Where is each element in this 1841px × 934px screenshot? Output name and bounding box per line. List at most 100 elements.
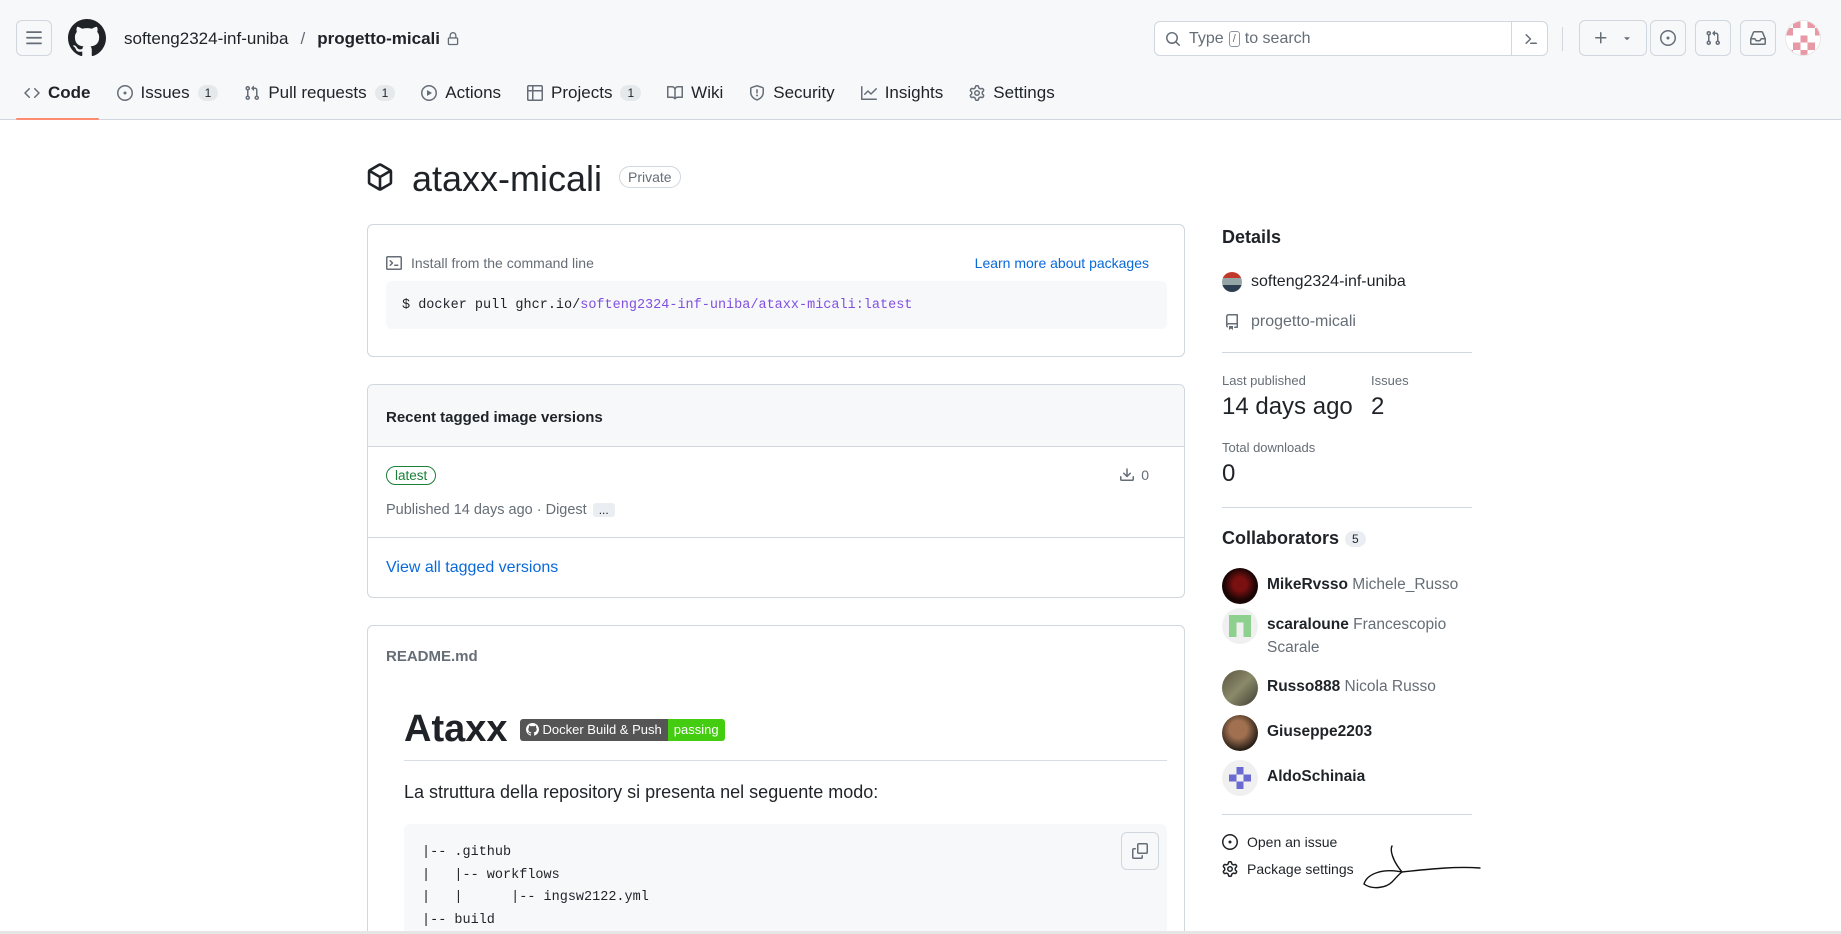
install-heading-text: Install from the command line bbox=[411, 255, 594, 271]
tab-code-label: Code bbox=[48, 83, 91, 102]
details-heading: Details bbox=[1222, 227, 1282, 247]
readme-heading: Ataxx Docker Build & Push passing bbox=[404, 708, 725, 751]
breadcrumb-owner-link[interactable]: softeng2324-inf-uniba bbox=[124, 29, 288, 49]
view-all-versions-link[interactable]: View all tagged versions bbox=[386, 559, 558, 577]
pull-request-icon bbox=[1706, 30, 1721, 46]
search-icon bbox=[1166, 31, 1181, 46]
create-new-button[interactable] bbox=[1579, 20, 1647, 56]
menu-button[interactable] bbox=[16, 20, 52, 56]
tab-issues[interactable]: Issues 1 bbox=[109, 78, 227, 108]
badge-label: Docker Build & Push bbox=[519, 718, 668, 741]
command-slash: / bbox=[750, 297, 759, 313]
command-image: ataxx-micali:latest bbox=[758, 297, 913, 313]
breadcrumb-repo-link[interactable]: progetto-micali bbox=[317, 29, 440, 49]
gear-icon bbox=[969, 85, 985, 101]
breadcrumb-separator: / bbox=[300, 29, 306, 48]
tab-projects[interactable]: Projects 1 bbox=[519, 78, 649, 108]
tab-wiki[interactable]: Wiki bbox=[659, 78, 731, 108]
tab-issues-count: 1 bbox=[197, 85, 219, 101]
copy-button[interactable] bbox=[1121, 832, 1159, 870]
tab-projects-count: 1 bbox=[620, 85, 642, 101]
tab-security[interactable]: Security bbox=[741, 78, 842, 108]
collaborator-item[interactable]: Russo888 Nicola Russo bbox=[1222, 670, 1472, 706]
avatar bbox=[1222, 568, 1258, 604]
command-prefix: $ docker pull ghcr.io/ bbox=[402, 297, 581, 313]
last-published-label: Last published bbox=[1222, 373, 1306, 388]
org-avatar bbox=[1222, 272, 1242, 292]
search-input[interactable]: Type / to search bbox=[1154, 21, 1548, 56]
tab-settings-label: Settings bbox=[993, 83, 1055, 102]
divider bbox=[368, 537, 1184, 538]
inbox-button[interactable] bbox=[1740, 20, 1776, 56]
repo-name: progetto-micali bbox=[1251, 313, 1356, 330]
collaborator-item[interactable]: scaraloune Francescopio Scarale bbox=[1222, 608, 1472, 659]
avatar bbox=[1222, 670, 1258, 706]
lock-icon bbox=[447, 32, 459, 46]
issues-value: 2 bbox=[1371, 393, 1385, 420]
tab-actions-label: Actions bbox=[445, 83, 502, 102]
divider bbox=[1222, 507, 1472, 508]
readme-code-block: |-- .github | |-- workflows | | |-- ings… bbox=[404, 824, 1167, 934]
plus-icon bbox=[1595, 32, 1607, 44]
avatar bbox=[1222, 715, 1258, 751]
collaborators-count: 5 bbox=[1345, 531, 1366, 548]
badge-left-text: Docker Build & Push bbox=[542, 722, 662, 737]
command-palette-button[interactable] bbox=[1511, 22, 1547, 55]
code-icon bbox=[24, 87, 40, 99]
issue-opened-icon bbox=[1660, 30, 1676, 46]
issue-icon bbox=[116, 85, 133, 101]
tagged-versions-header: Recent tagged image versions bbox=[368, 385, 1184, 447]
package-settings-link[interactable]: Package settings bbox=[1222, 861, 1354, 877]
book-icon bbox=[667, 85, 684, 100]
hand-drawn-arrow bbox=[1363, 845, 1481, 889]
tab-code[interactable]: Code bbox=[16, 78, 99, 120]
owner-link[interactable]: softeng2324-inf-uniba bbox=[1222, 272, 1406, 292]
learn-more-link[interactable]: Learn more about packages bbox=[975, 255, 1149, 271]
digest-expand-button[interactable]: ... bbox=[592, 503, 615, 517]
search-prefix: Type bbox=[1189, 29, 1224, 47]
tab-settings[interactable]: Settings bbox=[961, 78, 1062, 108]
play-icon bbox=[421, 85, 438, 101]
tab-projects-label: Projects bbox=[551, 83, 613, 102]
tab-issues-label: Issues bbox=[140, 83, 190, 102]
repo-link[interactable]: progetto-micali bbox=[1222, 313, 1356, 331]
open-issue-label: Open an issue bbox=[1247, 834, 1338, 850]
readme-title: Ataxx bbox=[404, 708, 508, 750]
readme-filename: README.md bbox=[386, 648, 478, 665]
github-logo-icon[interactable] bbox=[68, 19, 106, 57]
breadcrumb: softeng2324-inf-uniba / progetto-micali bbox=[124, 29, 460, 49]
collaborator-item[interactable]: AldoSchinaia bbox=[1222, 760, 1472, 796]
tagged-versions-heading: Recent tagged image versions bbox=[386, 409, 603, 426]
avatar bbox=[1222, 608, 1258, 644]
collaborator-login: AldoSchinaia bbox=[1267, 768, 1366, 785]
pull-requests-button[interactable] bbox=[1695, 20, 1731, 56]
published-text: Published 14 days ago · Digest bbox=[386, 502, 587, 518]
collaborator-login: scaraloune bbox=[1267, 616, 1349, 633]
divider bbox=[1222, 352, 1472, 353]
tagged-versions-panel: Recent tagged image versions latest 0 Pu… bbox=[367, 384, 1185, 598]
open-issue-link[interactable]: Open an issue bbox=[1222, 834, 1337, 850]
collaborators-heading: Collaborators 5 bbox=[1222, 528, 1366, 549]
docker-pull-command[interactable]: $ docker pull ghcr.io/softeng2324-inf-un… bbox=[386, 281, 1167, 329]
collaborator-item[interactable]: MikeRvsso Michele_Russo bbox=[1222, 568, 1472, 604]
search-shortcut-key: / bbox=[1228, 30, 1240, 47]
terminal-icon bbox=[386, 256, 402, 270]
total-downloads-value: 0 bbox=[1222, 460, 1236, 487]
gear-icon bbox=[1222, 861, 1238, 877]
build-status-badge[interactable]: Docker Build & Push passing bbox=[519, 718, 725, 741]
collaborator-item[interactable]: Giuseppe2203 bbox=[1222, 715, 1472, 751]
last-published-value: 14 days ago bbox=[1222, 393, 1353, 420]
shield-icon bbox=[750, 85, 765, 101]
tab-insights[interactable]: Insights bbox=[853, 78, 952, 108]
published-info: Published 14 days ago · Digest ... bbox=[386, 502, 615, 518]
tab-pull-requests[interactable]: Pull requests 1 bbox=[236, 78, 403, 108]
tab-actions[interactable]: Actions bbox=[413, 78, 509, 108]
issues-button[interactable] bbox=[1650, 20, 1686, 56]
download-count: 0 bbox=[1119, 467, 1149, 483]
download-count-value: 0 bbox=[1141, 467, 1149, 483]
user-avatar[interactable] bbox=[1785, 20, 1821, 56]
package-title: ataxx-micali bbox=[412, 158, 603, 199]
tag-label[interactable]: latest bbox=[386, 466, 437, 485]
pull-request-icon bbox=[245, 85, 260, 101]
visibility-label: Private bbox=[619, 166, 681, 188]
